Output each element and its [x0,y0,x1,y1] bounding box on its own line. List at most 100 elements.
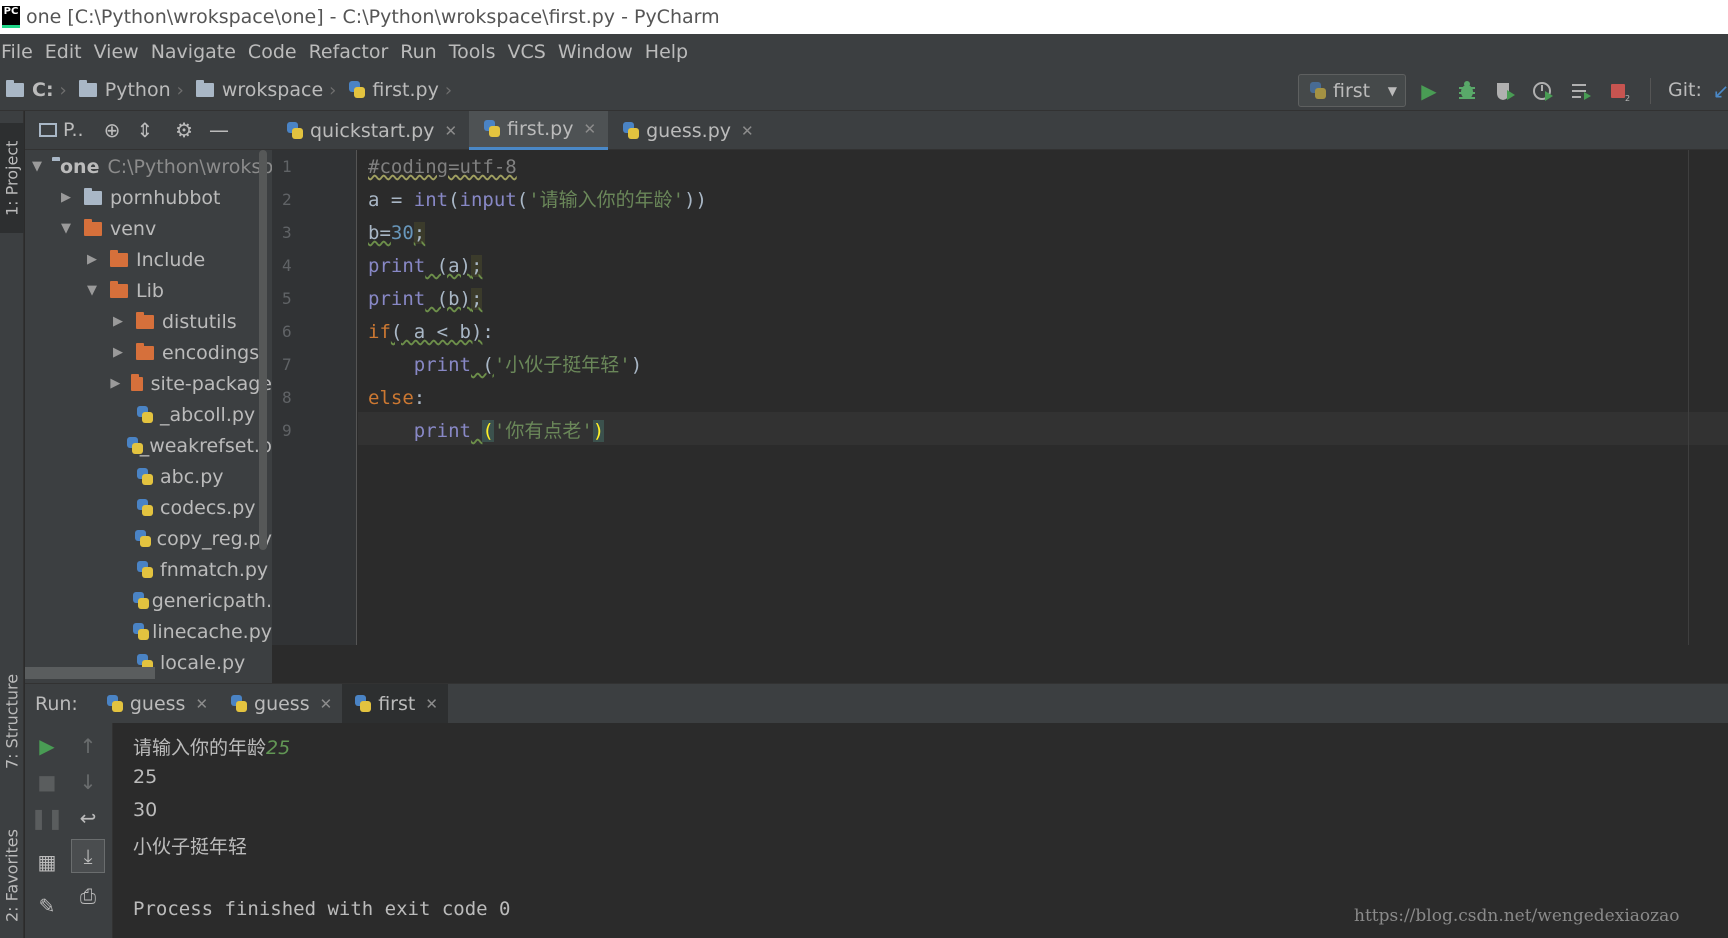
menu-refactor[interactable]: Refactor [308,41,398,63]
expand-right-icon[interactable]: ▶ [58,190,74,205]
run-configuration-select[interactable]: first ▼ [1298,74,1406,107]
folder-icon [6,80,24,97]
code-string: '小伙子挺年轻' [493,354,631,376]
close-icon[interactable]: ✕ [195,695,208,713]
gear-icon[interactable]: ⚙ [175,118,193,142]
tree-item[interactable]: fnmatch.py [110,554,268,585]
tool-window-structure[interactable]: 7: Structure [0,656,24,786]
python-icon [106,694,124,714]
tree-item-label: distutils [162,310,237,333]
tree-item[interactable]: _weakrefset.p [110,430,272,461]
code-text: : [413,387,426,409]
tab-first[interactable]: first.py ✕ [469,111,609,150]
expand-right-icon[interactable]: ▶ [110,376,121,391]
code-semicolon: ; [413,222,426,244]
close-icon[interactable]: ✕ [444,122,457,140]
tree-item[interactable]: ▶ encodings [110,337,259,368]
tab-quickstart[interactable]: quickstart.py ✕ [272,111,469,150]
menu-file[interactable]: File [0,41,42,63]
tree-item[interactable]: ▶ pornhubbot [58,182,220,213]
menu-window[interactable]: Window [557,41,642,63]
expand-down-icon[interactable]: ▼ [58,221,74,236]
menu-code[interactable]: Code [247,41,306,63]
git-label: Git: [1668,79,1702,101]
tree-item[interactable]: ▶ site-package [110,368,272,399]
locate-icon[interactable]: ⊕ [104,118,121,142]
tree-item[interactable]: copy_reg.py [110,523,272,554]
close-icon[interactable]: ✕ [741,122,754,140]
console-line: 小伙子挺年轻 [133,836,248,858]
close-icon[interactable]: ✕ [425,695,438,713]
console-line: 请输入你的年龄25 [133,733,290,760]
project-horizontal-scrollbar[interactable] [25,667,155,679]
tab-guess[interactable]: guess.py ✕ [608,111,766,150]
breadcrumb-wrokspace[interactable]: wrokspace › [190,79,343,101]
code-semicolon: ; [470,255,483,277]
tree-item[interactable]: codecs.py [110,492,256,523]
code-semicolon: ; [470,288,483,310]
code-editor[interactable]: #coding=utf-8 a = int(input('请输入你的年龄')) … [358,150,1728,645]
expand-down-icon[interactable]: ▼ [32,159,42,174]
run-tab-guess-2[interactable]: guess ✕ [218,684,342,724]
pause-icon[interactable]: ❚❚ [30,803,64,833]
tool-window-project[interactable]: 1: Project [0,123,24,233]
run-concurrency-icon[interactable] [1568,78,1594,104]
close-icon[interactable]: ✕ [584,120,597,138]
run-icon[interactable]: ▶ [1416,78,1442,104]
project-scrollbar[interactable] [259,150,267,550]
layout-icon[interactable]: ▦ [32,847,62,877]
rerun-icon[interactable]: ▶ [32,731,62,761]
tree-item[interactable]: ▶ distutils [110,306,237,337]
up-arrow-icon[interactable]: ↑ [73,731,103,761]
menu-vcs[interactable]: VCS [507,41,555,63]
close-icon[interactable]: ✕ [320,695,333,713]
profile-icon[interactable] [1530,78,1556,104]
menu-help[interactable]: Help [644,41,697,63]
down-arrow-icon[interactable]: ↓ [73,767,103,797]
menu-edit[interactable]: Edit [44,41,91,63]
code-keyword: else [368,387,414,409]
tree-item[interactable]: linecache.py [110,616,272,647]
expand-down-icon[interactable]: ▼ [84,283,100,298]
breadcrumb-label: C: [32,79,54,101]
tree-item-label: locale.py [160,651,246,674]
tree-item-path: C:\Python\wroksp [107,155,272,178]
tree-item[interactable]: ▼ Lib [84,275,164,306]
project-view-select[interactable]: P.. [63,119,84,141]
stop-icon[interactable]: 2 [1606,78,1632,104]
code-line-2: a = int(input('请输入你的年龄')) [368,184,707,217]
run-tab-guess-1[interactable]: guess ✕ [94,684,218,724]
stop-icon[interactable]: ■ [32,767,62,797]
menu-tools[interactable]: Tools [448,41,505,63]
expand-right-icon[interactable]: ▶ [84,252,100,267]
tree-item[interactable]: genericpath. [110,585,272,616]
breadcrumb-python[interactable]: Python › [73,79,190,101]
soft-wrap-icon[interactable]: ↩ [73,803,103,833]
breadcrumb-drive[interactable]: C: › [0,79,73,101]
pin-icon[interactable]: ✎ [32,891,62,921]
coverage-icon[interactable] [1492,78,1518,104]
hide-icon[interactable]: — [209,118,229,142]
tree-item[interactable]: abc.py [110,461,224,492]
debug-icon[interactable] [1454,78,1480,104]
menu-navigate[interactable]: Navigate [150,41,245,63]
print-icon[interactable]: ⎙ [73,881,103,911]
menu-run[interactable]: Run [399,41,445,63]
collapse-all-icon[interactable]: ⇕ [136,118,153,142]
expand-right-icon[interactable]: ▶ [110,345,126,360]
breadcrumb-file[interactable]: first.py › [342,79,458,101]
tree-item[interactable]: ▼ one C:\Python\wroksp [32,151,272,182]
menu-view[interactable]: View [93,41,148,63]
tree-item[interactable]: _abcoll.py [110,399,255,430]
folder-icon [195,80,214,97]
tree-item[interactable]: ▼ venv [58,213,156,244]
tree-item[interactable]: ▶ Include [84,244,205,275]
tool-window-favorites[interactable]: 2: Favorites [0,816,24,936]
scroll-to-end-icon[interactable]: ⤓ [71,839,105,873]
folder-icon [78,80,97,97]
run-tab-first[interactable]: first ✕ [342,683,448,724]
expand-right-icon[interactable]: ▶ [110,314,126,329]
vcs-update-icon[interactable]: ↙ [1708,78,1728,104]
folder-icon [136,311,154,329]
pycharm-logo-icon: PC [2,6,20,28]
